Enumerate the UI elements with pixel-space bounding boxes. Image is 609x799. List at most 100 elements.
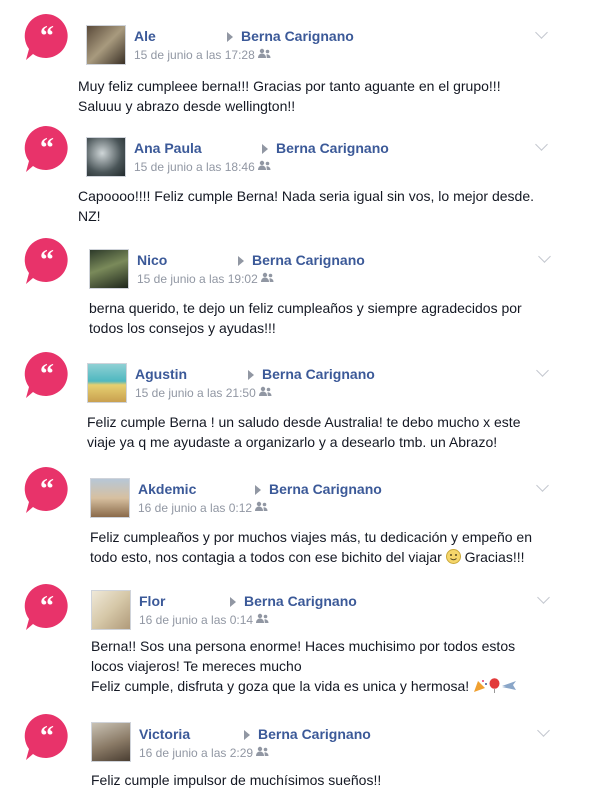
- target-name[interactable]: Berna Carignano: [258, 726, 371, 743]
- avatar[interactable]: [90, 478, 130, 518]
- timestamp[interactable]: 16 de junio a las 0:12: [138, 501, 252, 515]
- arrow-icon: [238, 256, 244, 266]
- group-icon: [260, 271, 274, 286]
- target-name[interactable]: Berna Carignano: [262, 366, 375, 383]
- chevron-down-icon[interactable]: [537, 591, 550, 604]
- post-body: Feliz cumple impulsor de muchísimos sueñ…: [91, 770, 381, 790]
- party-emoji-icon: [473, 678, 488, 698]
- quote-icon: “: [22, 465, 72, 515]
- airplane-emoji-icon: [501, 678, 517, 698]
- svg-text:“: “: [40, 474, 54, 505]
- post-text: Capoooo!!!! Feliz cumple Berna! Nada ser…: [78, 188, 535, 204]
- timestamp[interactable]: 15 de junio a las 17:28: [134, 48, 255, 62]
- post-body: Muy feliz cumpleee berna!!! Gracias por …: [78, 76, 501, 116]
- timestamp[interactable]: 15 de junio a las 18:46: [134, 160, 255, 174]
- post: “ Ale Berna Carignano 15 de junio a las …: [0, 12, 609, 114]
- arrow-icon: [255, 485, 261, 495]
- author-name[interactable]: Ale: [134, 28, 156, 45]
- target-name[interactable]: Berna Carignano: [252, 252, 365, 269]
- group-icon: [255, 500, 268, 515]
- quote-icon: “: [22, 582, 72, 632]
- group-icon: [257, 159, 271, 174]
- post-body: Feliz cumple Berna ! un saludo desde Aus…: [87, 412, 520, 452]
- post-text: Feliz cumple Berna ! un saludo desde Aus…: [87, 414, 521, 430]
- post-text: todo esto, nos contagia a todos con ese …: [90, 547, 532, 569]
- post: “ Ana Paula Berna Carignano 15 de junio …: [0, 124, 609, 224]
- group-icon: [258, 385, 272, 400]
- target-name[interactable]: Berna Carignano: [244, 593, 357, 610]
- avatar[interactable]: [91, 590, 131, 630]
- author-name[interactable]: Nico: [137, 252, 167, 269]
- post-text: Muy feliz cumpleee berna!!! Gracias por …: [78, 78, 501, 94]
- target-name[interactable]: Berna Carignano: [276, 140, 389, 157]
- post: “ Victoria Berna Carignano 16 de junio a…: [0, 712, 609, 799]
- avatar[interactable]: [89, 249, 129, 289]
- post: “ Akdemic Berna Carignano 16 de junio a …: [0, 465, 609, 575]
- target-name[interactable]: Berna Carignano: [269, 481, 382, 498]
- timestamp[interactable]: 15 de junio a las 19:02: [137, 272, 258, 286]
- smiley-emoji-icon: [445, 549, 461, 569]
- timestamp[interactable]: 16 de junio a las 0:14: [139, 613, 253, 627]
- author-name[interactable]: Victoria: [139, 726, 190, 743]
- arrow-icon: [227, 32, 233, 42]
- post-meta: 16 de junio a las 0:14: [139, 613, 269, 628]
- timestamp[interactable]: 15 de junio a las 21:50: [135, 386, 256, 400]
- avatar[interactable]: [87, 363, 127, 403]
- avatar[interactable]: [86, 25, 126, 65]
- svg-text:“: “: [40, 21, 54, 52]
- post-text: berna querido, te dejo un feliz cumpleañ…: [89, 300, 522, 316]
- author-name[interactable]: Akdemic: [138, 481, 196, 498]
- post-meta: 15 de junio a las 18:46: [134, 160, 271, 175]
- post-text: Feliz cumple, disfruta y goza que la vid…: [91, 676, 517, 698]
- post-text-segment: Feliz cumple, disfruta y goza que la vid…: [91, 678, 470, 694]
- avatar[interactable]: [91, 722, 131, 762]
- post-body: berna querido, te dejo un feliz cumpleañ…: [89, 298, 522, 338]
- quote-icon: “: [22, 12, 72, 62]
- svg-text:“: “: [40, 133, 54, 164]
- group-icon: [256, 612, 269, 627]
- author-name[interactable]: Flor: [139, 593, 165, 610]
- svg-text:“: “: [40, 245, 54, 276]
- post-text: Saluuu y abrazo desde wellington!!: [78, 98, 296, 114]
- post: “ Nico Berna Carignano 15 de junio a las…: [0, 236, 609, 336]
- chevron-down-icon[interactable]: [536, 364, 549, 377]
- quote-icon: “: [22, 712, 72, 762]
- post-meta: 16 de junio a las 0:12: [138, 501, 268, 516]
- post-text-segment: todo esto, nos contagia a todos con ese …: [90, 549, 442, 565]
- post-meta: 16 de junio a las 2:29: [139, 746, 269, 761]
- post: “ Agustin Berna Carignano 15 de junio a …: [0, 350, 609, 450]
- chevron-down-icon[interactable]: [538, 250, 551, 263]
- quote-icon: “: [22, 350, 72, 400]
- timestamp[interactable]: 16 de junio a las 2:29: [139, 746, 253, 760]
- svg-text:“: “: [40, 359, 54, 390]
- avatar[interactable]: [86, 137, 126, 177]
- post-body: Berna!! Sos una persona enorme! Haces mu…: [91, 636, 517, 698]
- chevron-down-icon[interactable]: [536, 479, 549, 492]
- arrow-icon: [244, 730, 250, 740]
- post-text: NZ!: [78, 208, 101, 224]
- target-name[interactable]: Berna Carignano: [241, 28, 354, 45]
- post-text: Berna!! Sos una persona enorme! Haces mu…: [91, 638, 516, 654]
- arrow-icon: [262, 144, 268, 154]
- post-meta: 15 de junio a las 17:28: [134, 48, 271, 63]
- author-name[interactable]: Ana Paula: [134, 140, 202, 157]
- group-icon: [256, 745, 269, 760]
- group-icon: [257, 47, 271, 62]
- chevron-down-icon[interactable]: [537, 724, 550, 737]
- post-body: Capoooo!!!! Feliz cumple Berna! Nada ser…: [78, 186, 534, 226]
- author-name[interactable]: Agustin: [135, 366, 187, 383]
- arrow-icon: [230, 597, 236, 607]
- post-meta: 15 de junio a las 21:50: [135, 386, 272, 401]
- post-text: Feliz cumpleaños y por muchos viajes más…: [90, 529, 532, 545]
- arrow-icon: [248, 370, 254, 380]
- post: “ Flor Berna Carignano 16 de junio a las…: [0, 582, 609, 702]
- post-text-segment: Gracias!!!: [464, 549, 525, 565]
- svg-text:“: “: [40, 721, 54, 752]
- chevron-down-icon[interactable]: [535, 138, 548, 151]
- quote-icon: “: [22, 236, 72, 286]
- post-body: Feliz cumpleaños y por muchos viajes más…: [90, 527, 532, 569]
- balloon-emoji-icon: [488, 678, 501, 698]
- chevron-down-icon[interactable]: [535, 26, 548, 39]
- svg-text:“: “: [40, 591, 54, 622]
- post-text: locos viajeros! Te mereces mucho: [91, 658, 302, 674]
